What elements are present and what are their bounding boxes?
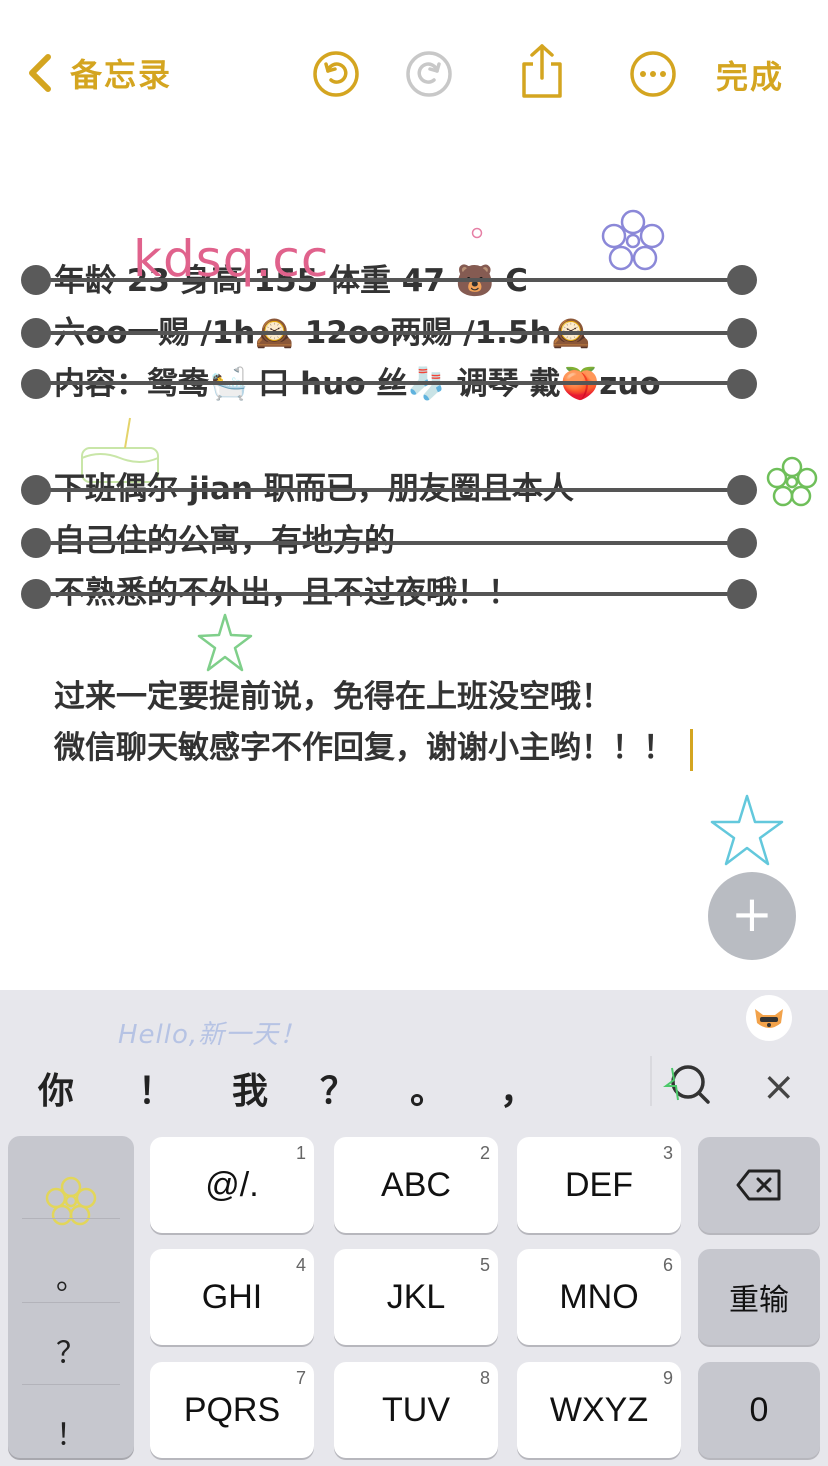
strike-end-handle[interactable] xyxy=(727,318,757,348)
divider xyxy=(22,1302,120,1303)
star-doodle-icon xyxy=(710,794,784,866)
redo-icon[interactable] xyxy=(404,49,454,99)
key-label: 重输 xyxy=(729,1284,789,1317)
key-2[interactable]: 2 ABC xyxy=(334,1137,498,1233)
backspace-icon xyxy=(736,1169,781,1201)
punctuation-column: 。 ？ ！ xyxy=(8,1136,134,1458)
key-label: PQRS xyxy=(183,1390,281,1429)
keyboard-greeting: Hello,新一天！ xyxy=(118,1020,307,1050)
key-label: DEF xyxy=(565,1165,633,1204)
keyboard: Hello,新一天！ 你 ！ 我 ？ 。 ， × 。 ？ ！ 1 @/. 2 A… xyxy=(0,990,828,1466)
share-icon[interactable] xyxy=(518,42,566,100)
candidate-word[interactable]: 你 xyxy=(38,1062,74,1114)
key-label: MNO xyxy=(559,1277,639,1316)
candidate-word[interactable]: 。 xyxy=(410,1062,446,1114)
note-line-last: 微信聊天敏感字不作回复，谢谢小主哟！！！ xyxy=(54,728,693,771)
strike-start-handle[interactable] xyxy=(21,369,51,399)
strike-start-handle[interactable] xyxy=(21,579,51,609)
watermark: kdsq.cc xyxy=(133,230,330,288)
candidate-word[interactable]: ？ xyxy=(320,1062,356,1114)
key-label: TUV xyxy=(382,1390,450,1429)
strike-end-handle[interactable] xyxy=(727,265,757,295)
key-number: 6 xyxy=(662,1255,673,1275)
divider xyxy=(22,1218,120,1219)
strikethrough-line xyxy=(36,381,742,385)
undo-icon[interactable] xyxy=(311,49,361,99)
punctuation-key[interactable]: ！ xyxy=(8,1410,134,1454)
punctuation-key[interactable]: ？ xyxy=(8,1328,134,1372)
plus-icon: + xyxy=(731,885,773,943)
key-number: 7 xyxy=(295,1368,306,1388)
divider xyxy=(22,1384,120,1385)
strike-end-handle[interactable] xyxy=(727,369,757,399)
backspace-key[interactable] xyxy=(698,1137,820,1233)
flower-doodle-icon xyxy=(766,456,818,507)
key-number: 9 xyxy=(662,1368,673,1388)
star-doodle-icon xyxy=(197,613,253,672)
back-label: 备忘录 xyxy=(70,56,173,94)
key-label: 0 xyxy=(749,1390,769,1429)
key-label: ABC xyxy=(381,1165,451,1204)
strike-start-handle[interactable] xyxy=(21,528,51,558)
close-icon[interactable]: × xyxy=(762,1064,796,1110)
key-number: 5 xyxy=(479,1255,490,1275)
key-number: 2 xyxy=(479,1143,490,1163)
key-1[interactable]: 1 @/. xyxy=(150,1137,314,1233)
strike-end-handle[interactable] xyxy=(727,528,757,558)
key-6[interactable]: 6 MNO xyxy=(517,1249,681,1345)
zero-key[interactable]: 0 xyxy=(698,1362,820,1458)
key-5[interactable]: 5 JKL xyxy=(334,1249,498,1345)
key-label: @/. xyxy=(205,1165,259,1204)
key-9[interactable]: 9 WXYZ xyxy=(517,1362,681,1458)
key-number: 4 xyxy=(295,1255,306,1275)
done-button[interactable]: 完成 xyxy=(716,52,784,98)
note-line: 过来一定要提前说，免得在上班没空哦！ xyxy=(54,679,612,715)
strike-start-handle[interactable] xyxy=(21,265,51,295)
candidate-word[interactable]: ！ xyxy=(138,1062,174,1114)
fox-face-icon xyxy=(755,1009,783,1028)
add-button[interactable]: + xyxy=(708,872,796,960)
more-icon[interactable] xyxy=(628,49,678,99)
strikethrough-line xyxy=(36,592,742,596)
strike-start-handle[interactable] xyxy=(21,475,51,505)
punctuation-key[interactable]: 。 xyxy=(8,1254,134,1298)
keyboard-mascot-icon[interactable] xyxy=(746,995,792,1041)
key-8[interactable]: 8 TUV xyxy=(334,1362,498,1458)
note-line-text: 微信聊天敏感字不作回复，谢谢小主哟！！！ xyxy=(54,730,674,766)
text-cursor xyxy=(690,728,693,771)
search-icon[interactable] xyxy=(660,1060,714,1108)
candidate-word[interactable]: 我 xyxy=(232,1062,268,1114)
key-3[interactable]: 3 DEF xyxy=(517,1137,681,1233)
strike-end-handle[interactable] xyxy=(727,579,757,609)
candidate-separator xyxy=(650,1056,652,1106)
strikethrough-line xyxy=(36,331,742,335)
navigation-bar: 备忘录 完成 xyxy=(0,0,828,150)
flower-doodle-icon xyxy=(601,209,665,271)
chevron-left-icon xyxy=(29,54,51,92)
key-label: WXYZ xyxy=(549,1390,649,1429)
key-label: GHI xyxy=(201,1277,263,1316)
back-button[interactable]: 备忘录 xyxy=(22,50,172,96)
key-4[interactable]: 4 GHI xyxy=(150,1249,314,1345)
strike-start-handle[interactable] xyxy=(21,318,51,348)
retype-key[interactable]: 重输 xyxy=(698,1249,820,1345)
key-number: 8 xyxy=(479,1368,490,1388)
key-number: 1 xyxy=(295,1143,306,1163)
key-number: 3 xyxy=(662,1143,673,1163)
candidate-word[interactable]: ， xyxy=(500,1062,536,1114)
dot-doodle-icon xyxy=(471,227,483,239)
key-7[interactable]: 7 PQRS xyxy=(150,1362,314,1458)
strikethrough-line xyxy=(36,488,742,492)
strikethrough-line xyxy=(36,541,742,545)
strike-end-handle[interactable] xyxy=(727,475,757,505)
key-label: JKL xyxy=(386,1277,446,1316)
